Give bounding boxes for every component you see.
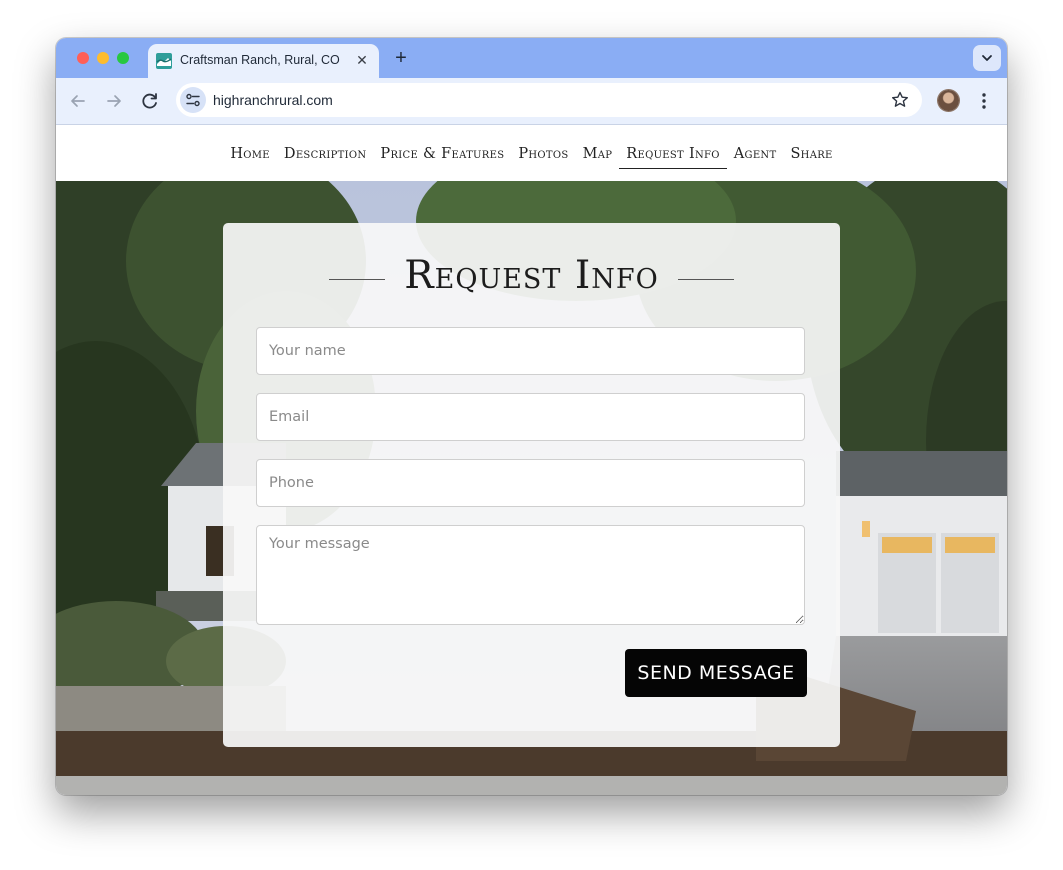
- nav-map[interactable]: Map: [576, 140, 620, 168]
- title-rule-right: [678, 279, 734, 280]
- arrow-left-icon[interactable]: [66, 89, 90, 113]
- new-tab-button[interactable]: +: [390, 47, 412, 69]
- profile-avatar[interactable]: [938, 90, 959, 111]
- address-bar[interactable]: highranchrural.com: [176, 83, 922, 117]
- phone-input[interactable]: [256, 459, 805, 507]
- desktop: Craftsman Ranch, Rural, CO ✕ + highranch…: [0, 0, 1063, 870]
- nav-agent[interactable]: Agent: [727, 140, 784, 168]
- nav-description[interactable]: Description: [277, 140, 374, 168]
- reload-icon[interactable]: [138, 89, 162, 113]
- nav-price-features[interactable]: Price & Features: [373, 140, 511, 168]
- tab-search-button[interactable]: [973, 45, 1001, 71]
- maximize-window-button[interactable]: [117, 52, 129, 64]
- browser-tab[interactable]: Craftsman Ranch, Rural, CO ✕: [148, 44, 379, 78]
- browser-window: Craftsman Ranch, Rural, CO ✕ + highranch…: [56, 38, 1007, 795]
- message-textarea[interactable]: [256, 525, 805, 625]
- site-navigation: Home Description Price & Features Photos…: [56, 125, 1007, 181]
- nav-share[interactable]: Share: [783, 140, 839, 168]
- site-settings-button[interactable]: [180, 87, 206, 113]
- minimize-window-button[interactable]: [97, 52, 109, 64]
- tab-strip: Craftsman Ranch, Rural, CO ✕ +: [56, 38, 1007, 78]
- close-tab-icon[interactable]: ✕: [353, 51, 371, 69]
- web-page: Home Description Price & Features Photos…: [56, 125, 1007, 795]
- nav-home[interactable]: Home: [223, 140, 277, 168]
- close-window-button[interactable]: [77, 52, 89, 64]
- tune-icon: [186, 93, 200, 107]
- mountain-favicon-icon: [156, 53, 172, 69]
- request-info-form: Request Info SEND MESSAGE: [223, 223, 840, 747]
- nav-request-info[interactable]: Request Info: [619, 140, 727, 169]
- name-input[interactable]: [256, 327, 805, 375]
- url-text: highranchrural.com: [213, 92, 333, 108]
- chevron-down-icon: [982, 55, 992, 61]
- nav-photos[interactable]: Photos: [511, 140, 575, 168]
- kebab-icon[interactable]: [976, 90, 992, 112]
- send-message-button[interactable]: SEND MESSAGE: [625, 649, 807, 697]
- tab-title: Craftsman Ranch, Rural, CO: [180, 53, 340, 67]
- email-input[interactable]: [256, 393, 805, 441]
- browser-toolbar: highranchrural.com: [56, 78, 1007, 125]
- form-title: Request Info: [404, 253, 659, 298]
- hero-background-photo: Request Info SEND MESSAGE: [56, 181, 1007, 795]
- star-icon[interactable]: [890, 90, 910, 110]
- arrow-right-icon[interactable]: [102, 89, 126, 113]
